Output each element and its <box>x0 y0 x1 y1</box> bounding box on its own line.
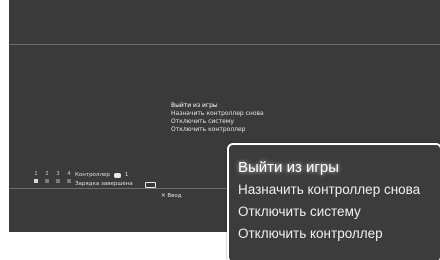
controller-number: 1 <box>124 172 129 178</box>
menu-item-reassign-controller[interactable]: Назначить контроллер снова <box>171 110 264 118</box>
port-4: 4 <box>67 171 71 183</box>
port-2: 2 <box>45 171 49 183</box>
zoom-item-quit-game[interactable]: Выйти из игры <box>238 157 440 179</box>
controller-label: Контроллер <box>75 172 110 178</box>
menu-item-turn-off-controller[interactable]: Отключить контроллер <box>171 126 264 134</box>
zoom-item-reassign-controller[interactable]: Назначить контроллер снова <box>238 179 440 201</box>
enter-hint: ✕ Ввод <box>161 193 182 199</box>
port-number: 4 <box>67 171 71 177</box>
controller-ports: 1 2 3 4 <box>34 171 71 183</box>
port-number: 2 <box>45 171 49 177</box>
zoomed-menu-callout: Выйти из игры Назначить контроллер снова… <box>227 143 440 260</box>
port-number: 1 <box>34 171 38 177</box>
gamepad-icon <box>113 173 121 178</box>
power-menu: Выйти из игры Назначить контроллер снова… <box>171 102 264 134</box>
controller-line: Контроллер 1 <box>75 171 156 180</box>
top-divider <box>9 44 440 45</box>
port-number: 3 <box>56 171 60 177</box>
menu-item-turn-off-system[interactable]: Отключить систему <box>171 118 264 126</box>
port-indicator <box>45 179 49 183</box>
port-indicator <box>34 179 38 183</box>
port-indicator <box>56 179 60 183</box>
menu-item-quit-game[interactable]: Выйти из игры <box>171 102 264 110</box>
port-1: 1 <box>34 171 38 183</box>
zoom-item-turn-off-system[interactable]: Отключить систему <box>238 201 440 223</box>
battery-icon <box>144 181 156 188</box>
port-indicator <box>67 179 71 183</box>
port-3: 3 <box>56 171 60 183</box>
zoom-item-turn-off-controller[interactable]: Отключить контроллер <box>238 223 440 245</box>
controller-status: Контроллер 1 Зарядка завершена <box>75 171 156 189</box>
